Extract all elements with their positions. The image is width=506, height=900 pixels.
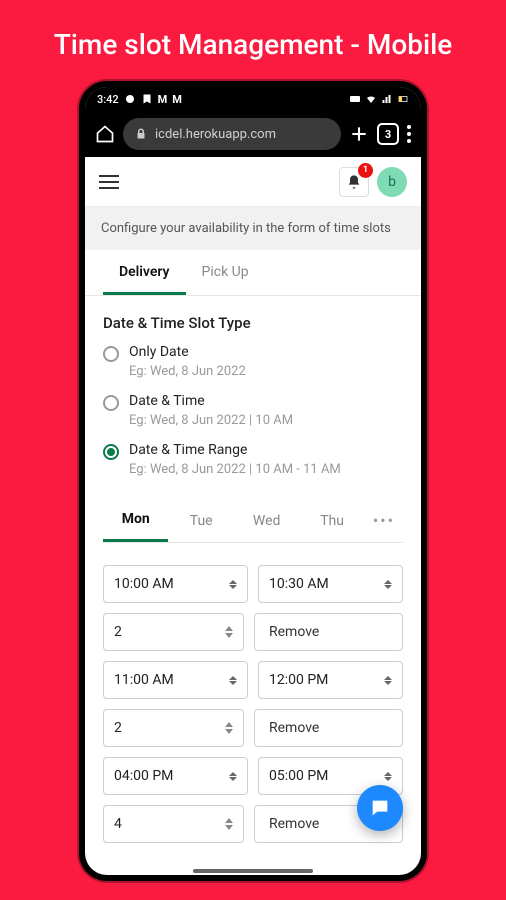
notifications-button[interactable]: 1 bbox=[339, 167, 369, 197]
section-title: Date & Time Slot Type bbox=[103, 314, 403, 332]
mail-icon: M bbox=[172, 93, 182, 106]
remove-button[interactable]: Remove bbox=[254, 613, 403, 651]
phone-frame: 3:42 M M icdel.herokuapp.com 3 1 b Confi… bbox=[79, 81, 427, 881]
signal-icon bbox=[381, 93, 393, 105]
radio-input[interactable] bbox=[103, 346, 119, 362]
menu-dots-icon[interactable] bbox=[407, 125, 411, 143]
hamburger-icon[interactable] bbox=[99, 175, 119, 189]
slot-row: 11:00 AM 12:00 PM bbox=[103, 661, 403, 699]
nav-handle[interactable] bbox=[193, 869, 313, 873]
circle-icon bbox=[124, 93, 136, 105]
chevron-icon bbox=[229, 580, 237, 589]
end-time-select[interactable]: 10:30 AM bbox=[258, 565, 403, 603]
radio-example: Eg: Wed, 8 Jun 2022 | 10 AM bbox=[129, 413, 293, 428]
end-time-select[interactable]: 12:00 PM bbox=[258, 661, 403, 699]
slot-row: 04:00 PM 05:00 PM bbox=[103, 757, 403, 795]
chevron-icon bbox=[229, 772, 237, 781]
stepper-icon bbox=[225, 818, 233, 830]
radio-date-time-range[interactable]: Date & Time Range Eg: Wed, 8 Jun 2022 | … bbox=[103, 442, 403, 477]
info-text: Configure your availability in the form … bbox=[85, 207, 421, 250]
chevron-icon bbox=[384, 676, 392, 685]
tab-pickup[interactable]: Pick Up bbox=[186, 250, 265, 295]
mail-icon: M bbox=[158, 93, 168, 106]
browser-bar: icdel.herokuapp.com 3 bbox=[85, 111, 421, 157]
quantity-stepper[interactable]: 2 bbox=[103, 613, 244, 651]
day-tab-more[interactable]: ••• bbox=[365, 499, 403, 542]
lock-icon bbox=[135, 127, 147, 141]
stepper-icon bbox=[225, 722, 233, 734]
slot-row: 2 Remove bbox=[103, 709, 403, 747]
slot-row: 10:00 AM 10:30 AM bbox=[103, 565, 403, 603]
slot-row: 2 Remove bbox=[103, 613, 403, 651]
day-tab-wed[interactable]: Wed bbox=[234, 501, 299, 541]
home-icon[interactable] bbox=[95, 124, 115, 144]
chevron-icon bbox=[384, 580, 392, 589]
bookmark-icon bbox=[141, 93, 153, 105]
radio-example: Eg: Wed, 8 Jun 2022 | 10 AM - 11 AM bbox=[129, 462, 341, 477]
radio-group: Only Date Eg: Wed, 8 Jun 2022 Date & Tim… bbox=[103, 344, 403, 477]
start-time-select[interactable]: 11:00 AM bbox=[103, 661, 248, 699]
avatar[interactable]: b bbox=[377, 167, 407, 197]
status-time: 3:42 bbox=[97, 93, 119, 106]
remove-button[interactable]: Remove bbox=[254, 709, 403, 747]
url-text: icdel.herokuapp.com bbox=[155, 127, 276, 142]
chevron-icon bbox=[229, 676, 237, 685]
start-time-select[interactable]: 04:00 PM bbox=[103, 757, 248, 795]
chat-fab[interactable] bbox=[357, 785, 403, 831]
radio-only-date[interactable]: Only Date Eg: Wed, 8 Jun 2022 bbox=[103, 344, 403, 379]
battery-icon bbox=[397, 93, 409, 105]
radio-example: Eg: Wed, 8 Jun 2022 bbox=[129, 364, 246, 379]
vpn-icon bbox=[349, 93, 361, 105]
day-tab-thu[interactable]: Thu bbox=[299, 501, 364, 541]
day-tabs: Mon Tue Wed Thu ••• bbox=[103, 499, 403, 543]
main-tabs: Delivery Pick Up bbox=[85, 250, 421, 296]
wifi-icon bbox=[365, 93, 377, 105]
day-tab-tue[interactable]: Tue bbox=[168, 501, 233, 541]
tab-delivery[interactable]: Delivery bbox=[103, 250, 186, 295]
url-bar[interactable]: icdel.herokuapp.com bbox=[123, 118, 341, 150]
radio-input[interactable] bbox=[103, 444, 119, 460]
day-tab-mon[interactable]: Mon bbox=[103, 499, 168, 542]
tab-count[interactable]: 3 bbox=[377, 123, 399, 145]
quantity-stepper[interactable]: 4 bbox=[103, 805, 244, 843]
notification-badge: 1 bbox=[358, 163, 373, 178]
page-title: Time slot Management - Mobile bbox=[0, 0, 506, 81]
quantity-stepper[interactable]: 2 bbox=[103, 709, 244, 747]
status-bar: 3:42 M M bbox=[85, 87, 421, 111]
radio-label: Date & Time Range bbox=[129, 442, 341, 458]
radio-input[interactable] bbox=[103, 395, 119, 411]
app-header: 1 b bbox=[85, 157, 421, 207]
radio-label: Only Date bbox=[129, 344, 246, 360]
radio-date-time[interactable]: Date & Time Eg: Wed, 8 Jun 2022 | 10 AM bbox=[103, 393, 403, 428]
stepper-icon bbox=[225, 626, 233, 638]
start-time-select[interactable]: 10:00 AM bbox=[103, 565, 248, 603]
radio-label: Date & Time bbox=[129, 393, 293, 409]
new-tab-icon[interactable] bbox=[349, 124, 369, 144]
chat-icon bbox=[369, 797, 391, 819]
chevron-icon bbox=[384, 772, 392, 781]
